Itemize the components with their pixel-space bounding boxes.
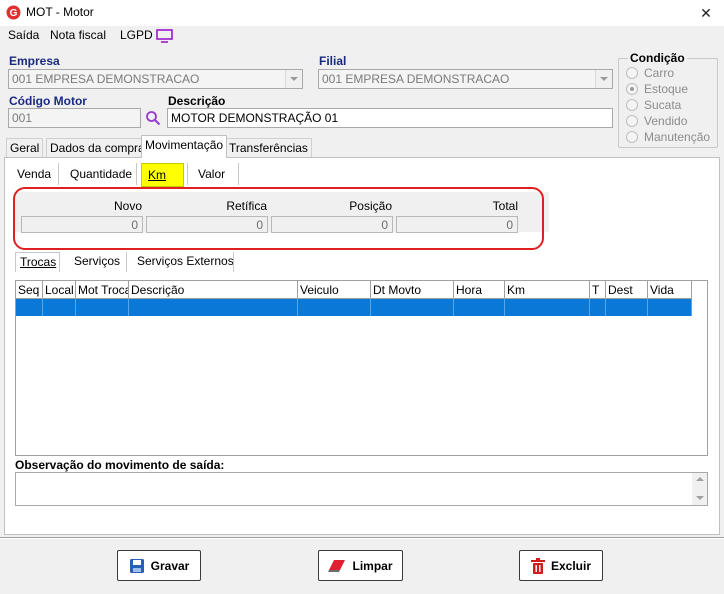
footer-divider xyxy=(0,537,724,539)
empresa-select[interactable]: 001 EMPRESA DEMONSTRACAO xyxy=(8,69,303,89)
menu-lgpd[interactable]: LGPD xyxy=(120,28,153,42)
col-mot-troca[interactable]: Mot Troca xyxy=(76,281,129,299)
menu-nota-fiscal[interactable]: Nota fiscal xyxy=(50,28,106,42)
annotation-highlight xyxy=(13,187,544,250)
observacao-label: Observação do movimento de saída: xyxy=(15,458,225,472)
radio-vendido[interactable]: Vendido xyxy=(626,114,687,128)
subtab-divider xyxy=(58,163,59,185)
save-button[interactable]: Gravar xyxy=(117,550,201,581)
save-label: Gravar xyxy=(150,558,190,573)
col-descricao[interactable]: Descrição xyxy=(129,281,298,299)
descricao-field[interactable]: MOTOR DEMONSTRAÇÃO 01 xyxy=(167,108,613,128)
app-logo-icon: G xyxy=(6,5,21,20)
table-row-selected[interactable] xyxy=(16,299,692,316)
col-dest[interactable]: Dest xyxy=(606,281,648,299)
title-bar xyxy=(0,0,724,26)
svg-text:G: G xyxy=(10,8,18,19)
monitor-icon[interactable] xyxy=(156,29,173,43)
tab-transferencias[interactable]: Transferências xyxy=(225,138,312,157)
tab-servicos[interactable]: Serviços xyxy=(74,254,120,268)
tab-servicos-externos[interactable]: Serviços Externos xyxy=(137,254,234,268)
tab-dados-da-compra[interactable]: Dados da compra xyxy=(46,138,149,157)
subtab-divider xyxy=(126,252,127,272)
subtab-km[interactable]: Km xyxy=(141,163,184,187)
subtab-valor[interactable]: Valor xyxy=(198,167,225,181)
trash-icon xyxy=(530,557,545,574)
tab-movimentacao[interactable]: Movimentação xyxy=(141,135,228,158)
scroll-up-icon[interactable] xyxy=(696,477,704,481)
subtab-divider xyxy=(233,252,234,272)
observacao-scrollbar[interactable] xyxy=(692,473,707,505)
clear-button[interactable]: Limpar xyxy=(318,550,403,581)
col-local[interactable]: Local xyxy=(43,281,76,299)
condicao-label: Condição xyxy=(628,51,687,65)
empresa-label: Empresa xyxy=(9,54,60,68)
radio-carro[interactable]: Carro xyxy=(626,66,674,80)
subtab-divider xyxy=(136,163,137,185)
radio-sucata[interactable]: Sucata xyxy=(626,98,681,112)
close-button[interactable]: ✕ xyxy=(688,0,724,26)
chevron-down-icon[interactable] xyxy=(595,70,612,88)
subtab-divider xyxy=(187,163,188,185)
radio-manutencao[interactable]: Manutenção xyxy=(626,130,710,144)
chevron-down-icon[interactable] xyxy=(285,70,302,88)
grid-header: Seq Local Mot Troca Descrição Veiculo Dt… xyxy=(16,281,692,299)
floppy-disk-icon xyxy=(129,558,144,573)
observacao-textarea[interactable] xyxy=(15,472,708,506)
col-seq[interactable]: Seq xyxy=(16,281,43,299)
clear-label: Limpar xyxy=(352,558,393,573)
filial-label: Filial xyxy=(319,54,347,68)
subtab-venda[interactable]: Venda xyxy=(17,167,51,181)
col-vida[interactable]: Vida xyxy=(648,281,692,299)
filial-value: 001 EMPRESA DEMONSTRACAO xyxy=(322,72,510,86)
col-veiculo[interactable]: Veiculo xyxy=(298,281,371,299)
descricao-label: Descrição xyxy=(168,94,226,108)
col-hora[interactable]: Hora xyxy=(454,281,505,299)
trocas-grid[interactable]: Seq Local Mot Troca Descrição Veiculo Dt… xyxy=(15,280,708,456)
window-title: MOT - Motor xyxy=(26,5,94,19)
delete-label: Excluir xyxy=(550,558,592,573)
tab-geral[interactable]: Geral xyxy=(6,138,44,157)
codigo-label: Código Motor xyxy=(9,94,87,108)
col-dt-movto[interactable]: Dt Movto xyxy=(371,281,454,299)
col-km[interactable]: Km xyxy=(505,281,590,299)
search-icon[interactable] xyxy=(145,110,161,126)
radio-estoque[interactable]: Estoque xyxy=(626,82,688,96)
subtab-divider xyxy=(238,163,239,185)
col-t[interactable]: T xyxy=(590,281,606,299)
scroll-down-icon[interactable] xyxy=(696,496,704,500)
filial-select[interactable]: 001 EMPRESA DEMONSTRACAO xyxy=(318,69,613,89)
eraser-icon xyxy=(328,559,346,572)
codigo-motor-field[interactable]: 001 xyxy=(8,108,141,128)
delete-button[interactable]: Excluir xyxy=(519,550,603,581)
tab-trocas[interactable]: Trocas xyxy=(15,252,60,272)
empresa-value: 001 EMPRESA DEMONSTRACAO xyxy=(12,72,200,86)
subtab-quantidade[interactable]: Quantidade xyxy=(70,167,132,181)
menu-saida[interactable]: Saída xyxy=(8,28,39,42)
